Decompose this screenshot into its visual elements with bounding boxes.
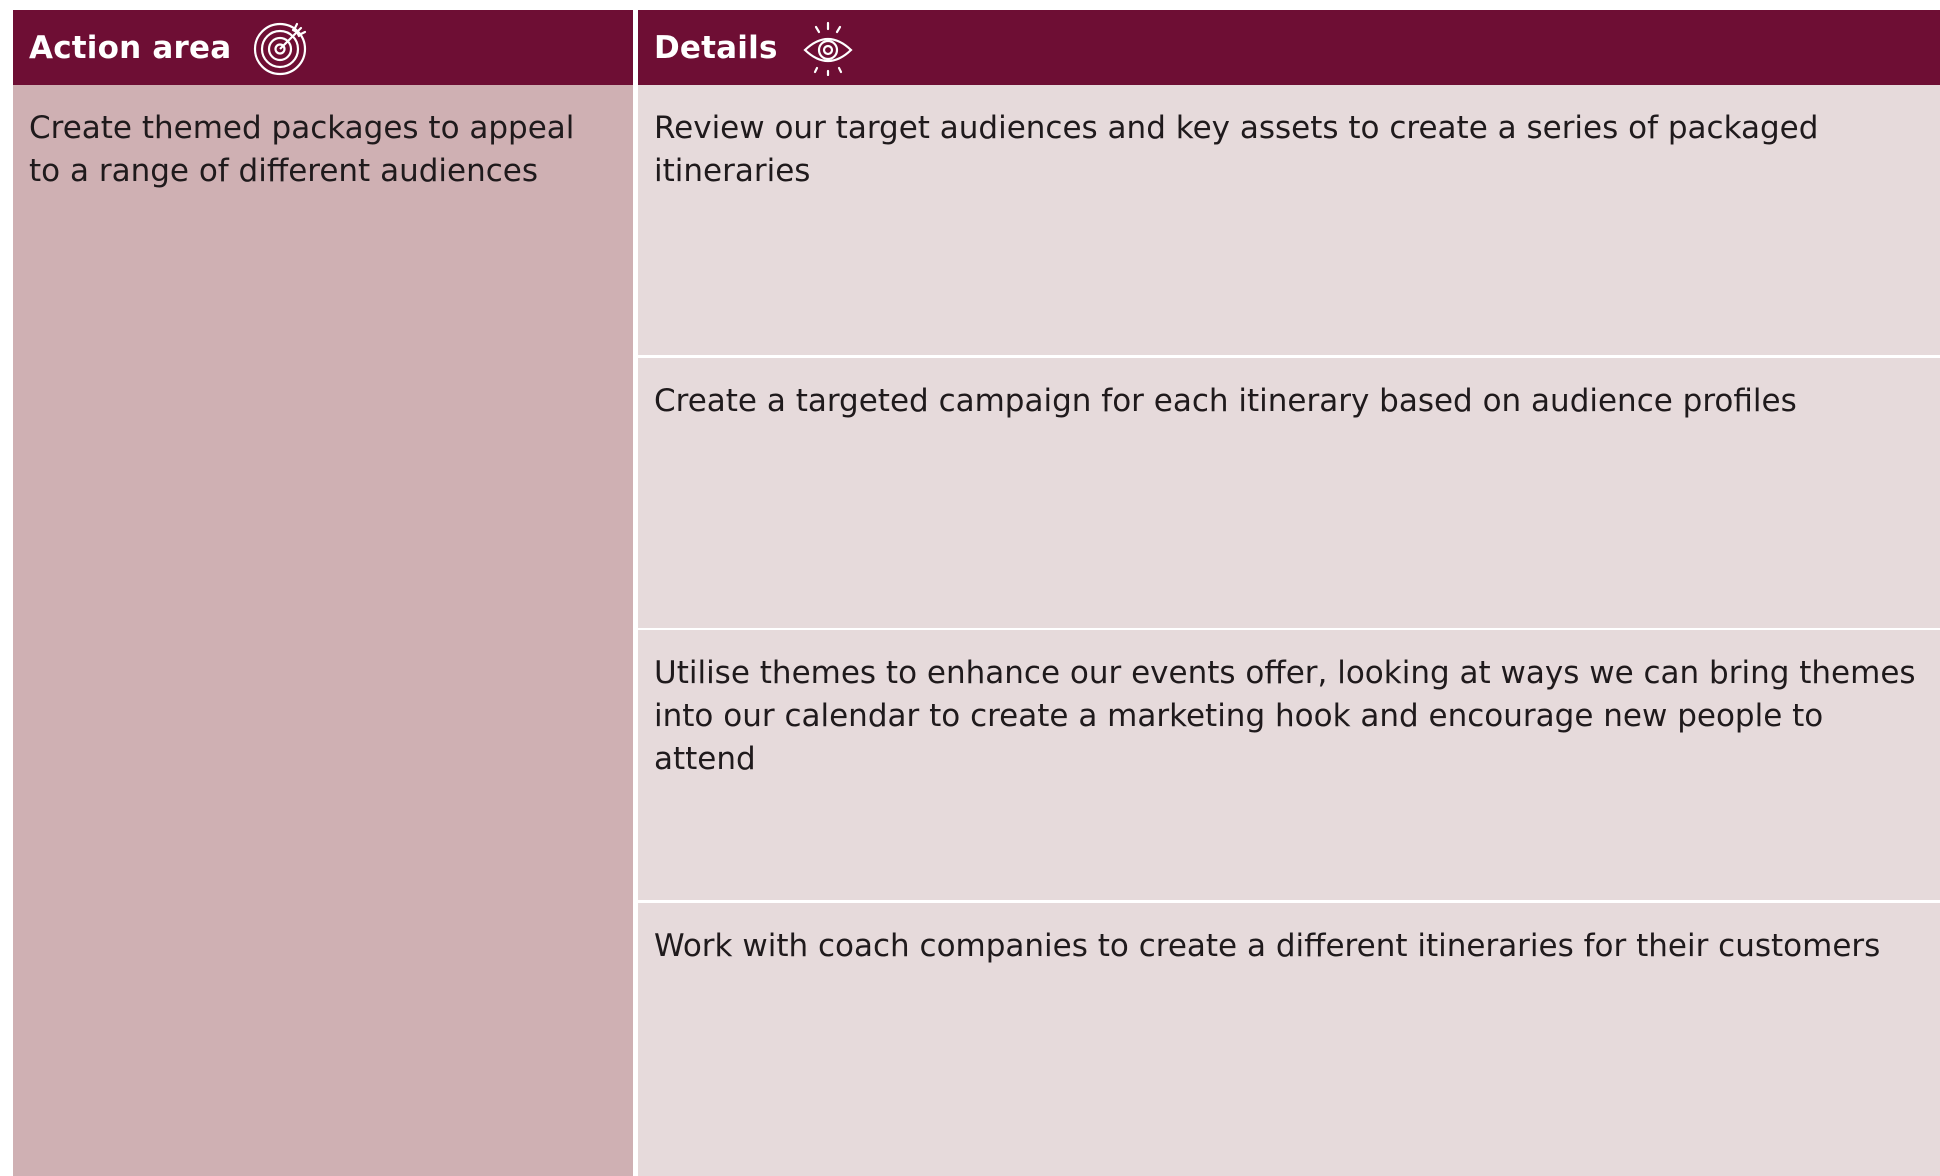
action-area-text-line: Create themed packages to appeal xyxy=(29,110,575,146)
eye-icon xyxy=(800,20,856,76)
details-text-line: into our calendar to create a marketing … xyxy=(654,698,1824,734)
details-text-line: attend xyxy=(654,741,756,777)
action-area-header: Action area xyxy=(13,10,633,85)
details-text-line: Work with coach companies to create a di… xyxy=(654,928,1881,964)
details-cell-1: Review our target audiences and key asse… xyxy=(638,85,1940,355)
details-text-line: Review our target audiences and key asse… xyxy=(654,110,1819,146)
details-text-line: Create a targeted campaign for each itin… xyxy=(654,383,1797,419)
action-area-header-label: Action area xyxy=(29,29,232,66)
target-icon xyxy=(253,20,309,76)
action-plan-table: Action area Details Create themed packag… xyxy=(13,10,1940,1176)
action-area-text-line: to a range of different audiences xyxy=(29,153,538,189)
details-header: Details xyxy=(638,10,1940,85)
details-cell-3: Utilise themes to enhance our events off… xyxy=(638,630,1940,900)
details-header-label: Details xyxy=(654,29,778,66)
details-cell-2: Create a targeted campaign for each itin… xyxy=(638,358,1940,628)
details-text-line: itineraries xyxy=(654,153,811,189)
details-text-line: Utilise themes to enhance our events off… xyxy=(654,655,1916,691)
details-cell-4: Work with coach companies to create a di… xyxy=(638,903,1940,1176)
action-area-cell: Create themed packages to appeal to a ra… xyxy=(13,85,633,1176)
